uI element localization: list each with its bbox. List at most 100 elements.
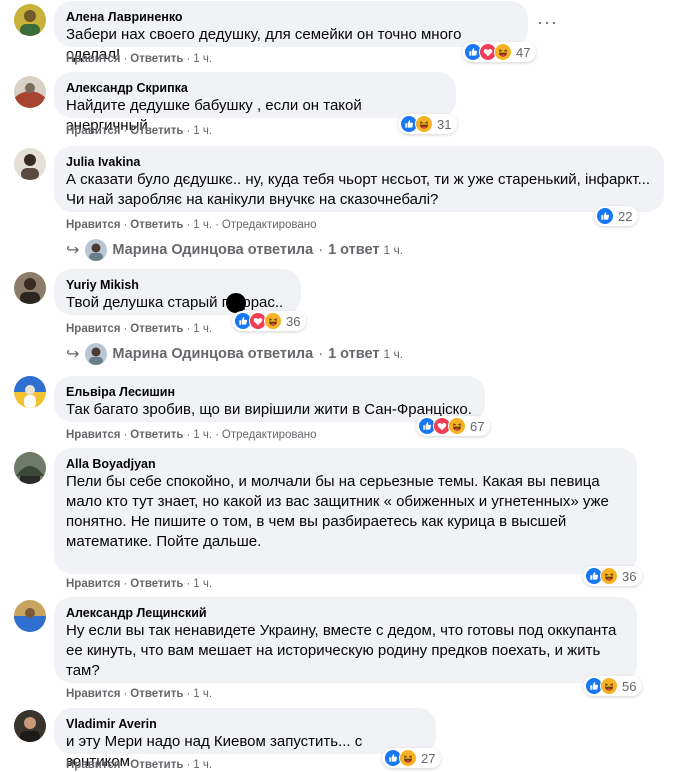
reply-link[interactable]: Ответить	[130, 125, 183, 137]
comment-time[interactable]: 1 ч.	[193, 688, 212, 700]
comment-actions: Нравится · Ответить · 1 ч.	[66, 578, 213, 590]
comment-bubble: Александр Скрипка Найдите дедушке бабушк…	[54, 72, 456, 134]
edited-label: Отредактировано	[221, 219, 317, 231]
avatar[interactable]	[14, 148, 46, 180]
comment-author[interactable]: Julia Ivakina	[66, 154, 652, 170]
avatar[interactable]	[14, 710, 46, 742]
view-replies-link[interactable]: ↪ Марина Одинцова ответила · 1 ответ 1 ч…	[66, 343, 403, 365]
like-reaction-icon	[596, 207, 614, 225]
like-link[interactable]: Нравится	[66, 53, 120, 65]
reply-time: 1 ч.	[383, 347, 404, 361]
reaction-count: 36	[286, 313, 301, 329]
reaction-count: 36	[622, 568, 637, 584]
haha-reaction-icon	[448, 417, 466, 435]
reply-count: 1 ответ	[328, 346, 380, 362]
like-link[interactable]: Нравится	[66, 219, 120, 231]
redaction-mark	[226, 293, 246, 313]
comment-text: Так багато зробив, що ви вирішили жити в…	[66, 401, 472, 418]
reply-count: 1 ответ	[328, 242, 380, 258]
reaction-count: 56	[622, 678, 637, 694]
reply-link[interactable]: Ответить	[130, 53, 183, 65]
like-link[interactable]: Нравится	[66, 125, 120, 137]
haha-reaction-icon	[415, 115, 433, 133]
comment-time[interactable]: 1 ч.	[193, 429, 212, 441]
reply-link[interactable]: Ответить	[130, 688, 183, 700]
haha-reaction-icon	[600, 677, 618, 695]
comment-bubble: Vladimir Averin и эту Мери надо над Киев…	[54, 708, 436, 770]
haha-reaction-icon	[600, 567, 618, 585]
comment-author[interactable]: Vladimir Averin	[66, 716, 424, 732]
reply-time: 1 ч.	[383, 243, 404, 257]
like-link[interactable]: Нравится	[66, 323, 120, 335]
comment-actions: Нравится · Ответить · 1 ч.	[66, 125, 213, 137]
reaction-summary[interactable]: 56	[583, 676, 643, 696]
reply-link[interactable]: Ответить	[130, 429, 183, 441]
reaction-summary[interactable]: 47	[462, 42, 537, 62]
reply-link[interactable]: Ответить	[130, 759, 183, 771]
comment-time[interactable]: 1 ч.	[193, 125, 212, 137]
edited-label: Отредактировано	[221, 429, 317, 441]
comment-author[interactable]: Александр Скрипка	[66, 80, 444, 96]
avatar	[85, 239, 108, 261]
reaction-summary[interactable]: 36	[583, 566, 643, 586]
comment-author[interactable]: Алена Лавриненко	[66, 9, 516, 25]
comment-bubble: Yuriy Mikish Твой делушка старый пи ррас…	[54, 269, 301, 315]
comment-time[interactable]: 1 ч.	[193, 53, 212, 65]
like-link[interactable]: Нравится	[66, 429, 120, 441]
comment-time[interactable]: 1 ч.	[193, 759, 212, 771]
comment-bubble: Alla Boyadjyan Пели бы себе спокойно, и …	[54, 448, 637, 574]
reply-link[interactable]: Ответить	[130, 578, 183, 590]
reply-link[interactable]: Ответить	[130, 323, 183, 335]
reply-arrow-icon: ↪	[66, 346, 80, 363]
comment-author[interactable]: Yuriy Mikish	[66, 277, 289, 293]
avatar[interactable]	[14, 452, 46, 484]
comment-time[interactable]: 1 ч.	[193, 578, 212, 590]
reply-link[interactable]: Ответить	[130, 219, 183, 231]
comment-actions: Нравится · Ответить · 1 ч.	[66, 688, 213, 700]
like-link[interactable]: Нравится	[66, 578, 120, 590]
reaction-count: 47	[516, 44, 531, 60]
comment-text: Пели бы себе спокойно, и молчали бы на с…	[66, 473, 609, 550]
comment-bubble: Ельвіра Лесишин Так багато зробив, що ви…	[54, 376, 485, 422]
comment-author[interactable]: Ельвіра Лесишин	[66, 384, 473, 400]
comment-actions: Нравится · Ответить · 1 ч.	[66, 53, 213, 65]
comment-bubble: Алена Лавриненко Забери нах своего дедуш…	[54, 1, 528, 63]
comment-text: Ну если вы так ненавидете Украину, вмест…	[66, 622, 617, 679]
haha-reaction-icon	[264, 312, 282, 330]
comment-actions: Нравится · Ответить · 1 ч. · Отредактировано	[66, 219, 317, 231]
reaction-summary[interactable]: 67	[416, 416, 491, 436]
comment-actions: Нравится · Ответить · 1 ч.	[66, 323, 213, 335]
avatar[interactable]	[14, 4, 46, 36]
avatar[interactable]	[14, 76, 46, 108]
comment-actions: Нравится · Ответить · 1 ч. · Отредактировано	[66, 429, 317, 441]
like-link[interactable]: Нравится	[66, 688, 120, 700]
comment-actions: Нравится · Ответить · 1 ч.	[66, 759, 213, 771]
reaction-count: 27	[421, 750, 436, 766]
reaction-summary[interactable]: 27	[382, 748, 442, 768]
reaction-count: 31	[437, 116, 452, 132]
more-options-icon[interactable]: ···	[537, 12, 558, 33]
avatar[interactable]	[14, 600, 46, 632]
comment-bubble: Александр Лещинский Ну если вы так ненав…	[54, 597, 637, 683]
comment-author[interactable]: Александр Лещинский	[66, 605, 625, 621]
comment-text: Твой делушка старый пи ррас..	[66, 294, 284, 311]
haha-reaction-icon	[494, 43, 512, 61]
reaction-count: 22	[618, 208, 633, 224]
avatar	[85, 343, 108, 365]
reply-author: Марина Одинцова ответила	[112, 242, 314, 258]
reaction-summary[interactable]: 36	[232, 311, 307, 331]
reaction-summary[interactable]: 22	[594, 206, 639, 226]
avatar[interactable]	[14, 272, 46, 304]
comment-author[interactable]: Alla Boyadjyan	[66, 456, 625, 472]
comment-time[interactable]: 1 ч.	[193, 323, 212, 335]
reply-arrow-icon: ↪	[66, 242, 80, 259]
comment-time[interactable]: 1 ч.	[193, 219, 212, 231]
view-replies-link[interactable]: ↪ Марина Одинцова ответила · 1 ответ 1 ч…	[66, 239, 403, 261]
comment-text: А сказати було дєдушкє.. ну, куда тебя ч…	[66, 171, 651, 208]
reaction-count: 67	[470, 418, 485, 434]
reply-author: Марина Одинцова ответила	[112, 346, 314, 362]
haha-reaction-icon	[399, 749, 417, 767]
avatar[interactable]	[14, 376, 46, 408]
like-link[interactable]: Нравится	[66, 759, 120, 771]
reaction-summary[interactable]: 31	[398, 114, 458, 134]
